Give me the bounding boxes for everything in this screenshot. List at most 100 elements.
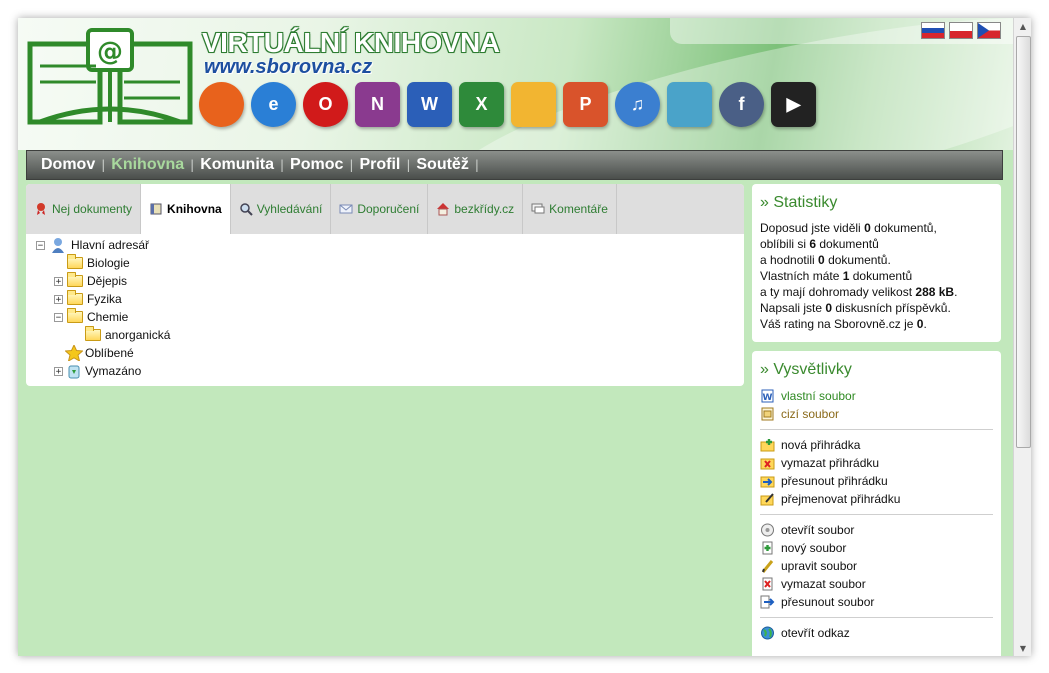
stats-line-own: Vlastních máte 1 dokumentů [760,269,913,283]
nav-item-komunita[interactable]: Komunita [194,156,280,174]
legend-label: přesunout přihrádku [781,474,888,488]
vertical-scrollbar[interactable]: ▲ ▼ [1013,18,1031,656]
legend-item: přesunout soubor [760,593,993,611]
scroll-down-arrow-icon[interactable]: ▼ [1014,640,1031,656]
tree-item-fyzika[interactable]: + Fyzika [36,290,744,308]
move-file-icon [760,595,775,609]
scrollbar-thumb[interactable] [1016,36,1031,448]
outlook-icon[interactable] [511,82,556,127]
tab-doporuceni[interactable]: Doporučení [331,184,429,234]
expand-toggle[interactable]: + [54,294,63,304]
internet-explorer-icon[interactable]: e [251,82,296,127]
tree-label: Hlavní adresář [71,238,150,252]
new-folder-icon [760,439,775,452]
open-folder-icon [67,308,83,323]
tab-knihovna[interactable]: Knihovna [141,184,231,234]
edit-file-icon [761,560,774,573]
site-url[interactable]: www.sborovna.cz [204,56,372,79]
tab-bezkridy[interactable]: bezkřídy.cz [428,184,524,234]
nav-item-soutez[interactable]: Soutěž [410,156,474,174]
globe-icon [761,626,774,640]
tree-label: Dějepis [87,274,128,288]
tab-label: Nej dokumenty [52,202,133,216]
quill-icon[interactable] [667,82,712,127]
tree-item-dejepis[interactable]: + Dějepis [36,272,744,290]
powerpoint-icon[interactable]: P [563,82,608,127]
svg-text:W: W [763,393,773,403]
expand-toggle[interactable]: + [54,276,63,286]
tree-label: Chemie [87,310,129,324]
avi-video-icon[interactable]: ▶ [771,82,816,127]
scroll-up-arrow-icon[interactable]: ▲ [1014,18,1031,34]
rename-folder-icon [760,493,774,506]
opera-icon[interactable]: O [303,82,348,127]
star-icon [65,345,83,361]
svg-text:@: @ [97,37,123,67]
stats-line-rated: a hodnotili 0 dokumentů. [760,253,891,267]
tree-item-chemie[interactable]: − Chemie [36,308,744,326]
tab-label: Doporučení [357,202,420,216]
legend-item: W vlastní soubor [760,387,993,405]
legend-label: otevřít odkaz [781,626,850,640]
tree-item-oblibene[interactable]: Oblíbené [36,344,744,362]
legend-item: přejmenovat přihrádku [760,490,993,508]
stats-line-viewed: Doposud jste viděli 0 dokumentů, [760,221,937,235]
onenote-icon[interactable]: N [355,82,400,127]
tab-nej-dokumenty[interactable]: Nej dokumenty [26,184,142,234]
nav-item-profil[interactable]: Profil [353,156,406,174]
tab-label: bezkřídy.cz [454,202,515,216]
nav-item-knihovna[interactable]: Knihovna [105,156,190,174]
tab-label: Knihovna [167,202,222,216]
legend-item: přesunout přihrádku [760,472,993,490]
foreign-file-icon [761,407,774,421]
move-folder-icon [760,476,775,488]
tree-item-vymazano[interactable]: + Vymazáno [36,362,744,380]
panel-title: » Statistiky [760,194,838,211]
legend-item: nová přihrádka [760,436,993,454]
polish-flag-icon[interactable] [949,22,973,39]
envelope-icon [339,204,353,214]
slovak-flag-icon[interactable] [921,22,945,39]
flash-icon[interactable]: f [719,82,764,127]
library-tabs: Nej dokumenty Knihovna Vyhledávání Dopor… [26,184,744,234]
music-cd-icon[interactable]: ♫ [615,82,660,127]
nav-item-domov[interactable]: Domov [35,156,101,174]
stats-line-favorites: oblíbili si 6 dokumentů [760,237,879,251]
tab-vyhledavani[interactable]: Vyhledávání [231,184,332,234]
legend-link-actions: otevřít odkaz [760,618,993,648]
recycle-bin-icon [68,365,80,379]
word-icon[interactable]: W [407,82,452,127]
delete-file-icon [762,577,773,591]
language-flags [921,22,1001,39]
legend-folder-actions: nová přihrádka vymazat přihrádku přesuno… [760,430,993,515]
legend-item: vymazat přihrádku [760,454,993,472]
legend-item: otevřít odkaz [760,624,993,642]
open-file-icon [761,523,774,537]
legend-item: upravit soubor [760,557,993,575]
book-icon [150,203,162,215]
tree-root[interactable]: − Hlavní adresář [36,236,744,254]
tree-item-biologie[interactable]: Biologie [36,254,744,272]
legend-label: vymazat přihrádku [781,456,880,470]
legend-label: nová přihrádka [781,438,861,452]
collapse-toggle[interactable]: − [54,312,63,322]
legend-label: cizí soubor [781,407,840,421]
collapse-toggle[interactable]: − [36,240,45,250]
comment-icon [531,203,545,214]
tab-komentare[interactable]: Komentáře [523,184,617,234]
magnifier-icon [239,203,253,216]
folder-tree: − Hlavní adresář Biologie + Dějepis + Fy… [26,234,744,380]
panel-title: » Vysvětlivky [760,361,852,378]
application-icons: e O N W X P ♫ f ▶ [199,82,816,127]
folder-icon [85,326,101,341]
excel-icon[interactable]: X [459,82,504,127]
czech-flag-icon[interactable] [977,22,1001,39]
tree-label: Oblíbené [85,346,134,360]
book-logo-icon[interactable]: @ [26,26,194,130]
expand-toggle[interactable]: + [54,366,63,376]
legend-item: cizí soubor [760,405,993,423]
nav-item-pomoc[interactable]: Pomoc [284,156,349,174]
tree-item-anorganicka[interactable]: anorganická [36,326,744,344]
firefox-icon[interactable] [199,82,244,127]
legend-label: nový soubor [781,541,847,555]
